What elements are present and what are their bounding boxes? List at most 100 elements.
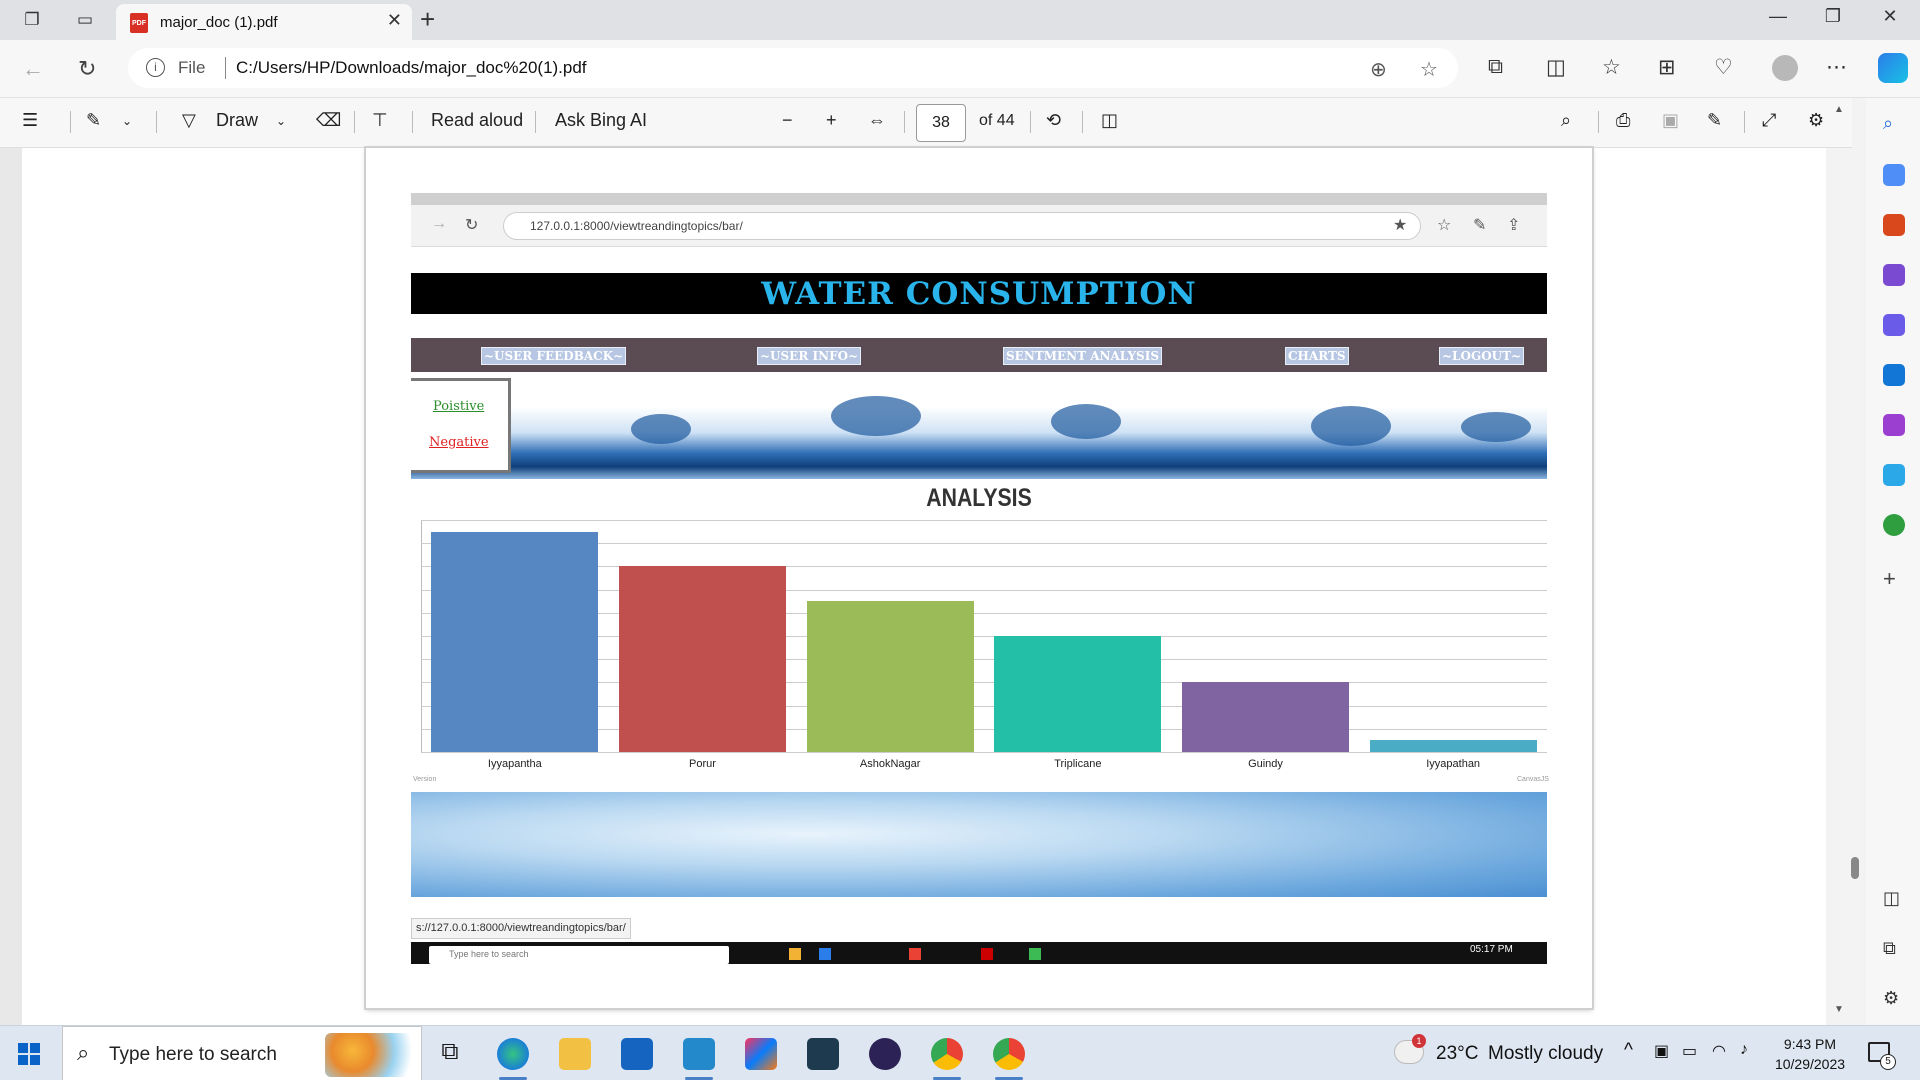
- fullscreen-icon[interactable]: ⤢: [1762, 110, 1776, 131]
- browser-essentials-icon[interactable]: ♡: [1714, 55, 1733, 80]
- info-icon[interactable]: i: [146, 58, 165, 77]
- show-hidden-icons[interactable]: ^: [1624, 1040, 1633, 1062]
- collections-icon[interactable]: ⊞: [1658, 55, 1676, 80]
- zoom-out-icon[interactable]: −: [782, 110, 793, 131]
- draw-button[interactable]: Draw: [216, 110, 258, 131]
- draw-dropdown-icon[interactable]: ⌄: [276, 114, 286, 128]
- contents-icon[interactable]: ☰: [22, 110, 38, 131]
- meet-now-icon[interactable]: ▣: [1654, 1041, 1669, 1061]
- text-box-icon[interactable]: ⊤: [372, 110, 388, 131]
- tab-title: major_doc (1).pdf: [160, 14, 278, 31]
- divider: [412, 111, 413, 133]
- draw-icon[interactable]: ▽: [182, 110, 196, 131]
- embedded-back-icon: →: [431, 215, 447, 232]
- rotate-icon[interactable]: ⟲: [1046, 110, 1061, 131]
- nav-sentiment-analysis: SENTMENT ANALYSIS: [1003, 347, 1162, 365]
- mail-icon[interactable]: [621, 1038, 653, 1070]
- favorites-icon[interactable]: ☆: [1602, 55, 1621, 80]
- embedded-clock: 05:17 PM: [1470, 944, 1513, 955]
- sidebar-tree-icon[interactable]: [1883, 514, 1905, 536]
- back-icon[interactable]: ←: [22, 56, 44, 82]
- chart-bar: [1181, 682, 1349, 752]
- vscode-icon[interactable]: [683, 1038, 715, 1070]
- eraser-icon[interactable]: ⌫: [316, 110, 341, 131]
- highlight-icon[interactable]: ✎: [86, 110, 101, 131]
- zoom-icon[interactable]: ⊕: [1370, 57, 1387, 82]
- embedded-app-icon: [1029, 948, 1041, 960]
- page-view-icon[interactable]: ◫: [1101, 110, 1118, 131]
- sidebar-open-icon[interactable]: ⧉: [1883, 938, 1905, 960]
- chrome-icon[interactable]: [993, 1038, 1025, 1070]
- url-text[interactable]: C:/Users/HP/Downloads/major_doc%20(1).pd…: [236, 58, 587, 78]
- sidebar-games-icon[interactable]: [1883, 264, 1905, 286]
- taskbar-search[interactable]: ⌕ Type here to search: [62, 1026, 422, 1080]
- embedded-status-url: s://127.0.0.1:8000/viewtreandingtopics/b…: [411, 918, 631, 939]
- profile-avatar[interactable]: [1772, 55, 1798, 81]
- eclipse-icon[interactable]: [869, 1038, 901, 1070]
- weather-temp[interactable]: 23°C: [1436, 1043, 1478, 1065]
- read-aloud-button[interactable]: Read aloud: [431, 110, 523, 131]
- search-icon[interactable]: ⌕: [1561, 110, 1571, 131]
- refresh-icon[interactable]: ↻: [78, 56, 96, 82]
- settings-icon[interactable]: ⚙: [1808, 110, 1824, 131]
- copilot-icon[interactable]: [1878, 53, 1908, 83]
- more-menu-icon[interactable]: ⋯: [1826, 55, 1847, 80]
- file-explorer-icon[interactable]: [559, 1038, 591, 1070]
- edge-app-icon[interactable]: [497, 1038, 529, 1070]
- extensions-icon[interactable]: ⧉: [1488, 55, 1503, 79]
- tab-pdf[interactable]: PDF major_doc (1).pdf ✕: [116, 4, 412, 40]
- wifi-icon[interactable]: ◠: [1712, 1041, 1726, 1061]
- intellij-icon[interactable]: [745, 1038, 777, 1070]
- task-view-icon[interactable]: ⧉: [434, 1038, 466, 1070]
- close-window-icon[interactable]: ✕: [1870, 6, 1910, 27]
- sidebar-outlook-icon[interactable]: [1883, 364, 1905, 386]
- sidebar-search-icon[interactable]: ⌕: [1883, 113, 1905, 135]
- divider: [1744, 111, 1745, 133]
- favorite-star-icon[interactable]: ☆: [1420, 57, 1438, 82]
- ask-bing-button[interactable]: Ask Bing AI: [555, 110, 647, 131]
- scroll-down-icon[interactable]: ▼: [1834, 1004, 1844, 1015]
- scrollbar-thumb[interactable]: [1851, 857, 1859, 879]
- mysql-icon[interactable]: [807, 1038, 839, 1070]
- fit-width-icon[interactable]: ⇔: [868, 110, 886, 131]
- start-tile: [30, 1043, 40, 1053]
- highlight-dropdown-icon[interactable]: ⌄: [122, 114, 132, 128]
- new-tab-icon[interactable]: +: [420, 4, 435, 35]
- page-number-input[interactable]: 38: [916, 104, 966, 142]
- omnibox[interactable]: i File C:/Users/HP/Downloads/major_doc%2…: [128, 48, 1458, 88]
- save-as-icon[interactable]: ✎: [1707, 110, 1722, 131]
- clock[interactable]: 9:43 PM 10/29/2023: [1770, 1034, 1850, 1074]
- split-screen-icon[interactable]: ◫: [1546, 55, 1566, 80]
- sidebar-shopping-icon[interactable]: [1883, 164, 1905, 186]
- sidebar-add-icon[interactable]: +: [1883, 566, 1905, 591]
- workspaces-icon[interactable]: ❐: [19, 8, 45, 32]
- save-icon[interactable]: ▣: [1662, 110, 1679, 131]
- restore-icon[interactable]: ❐: [1813, 6, 1853, 27]
- scroll-up-icon[interactable]: ▲: [1834, 104, 1844, 115]
- vertical-scrollbar[interactable]: ▲ ▼: [1826, 104, 1852, 1025]
- vertical-tabs-icon[interactable]: ▭: [72, 8, 98, 32]
- notification-count: 5: [1880, 1054, 1896, 1070]
- minimize-icon[interactable]: —: [1758, 6, 1798, 27]
- sidebar-settings-icon[interactable]: ⚙: [1883, 988, 1905, 1010]
- print-icon[interactable]: ⎙: [1616, 110, 1630, 131]
- close-tab-icon[interactable]: ✕: [387, 10, 402, 31]
- x-tick-label: AshokNagar: [859, 758, 921, 770]
- battery-icon[interactable]: ▭: [1682, 1041, 1697, 1061]
- sidebar-m365-icon[interactable]: [1883, 314, 1905, 336]
- zoom-in-icon[interactable]: +: [826, 110, 837, 131]
- chart-bar: [618, 566, 786, 752]
- start-tile: [30, 1055, 40, 1065]
- weather-desc[interactable]: Mostly cloudy: [1488, 1043, 1603, 1065]
- sidebar-split-icon[interactable]: ◫: [1883, 888, 1905, 910]
- windows-start-icon[interactable]: [18, 1043, 40, 1065]
- sidebar-designer-icon[interactable]: [1883, 414, 1905, 436]
- chrome-profile-icon[interactable]: [931, 1038, 963, 1070]
- app-header: WATER CONSUMPTION: [411, 273, 1547, 314]
- sidebar-send-icon[interactable]: [1883, 464, 1905, 486]
- legend-positive: Poistive: [433, 399, 485, 414]
- embedded-tabstrip: [411, 193, 1547, 205]
- volume-icon[interactable]: ♪: [1740, 1041, 1748, 1059]
- sidebar-tools-icon[interactable]: [1883, 214, 1905, 236]
- chart-bar: [994, 636, 1162, 752]
